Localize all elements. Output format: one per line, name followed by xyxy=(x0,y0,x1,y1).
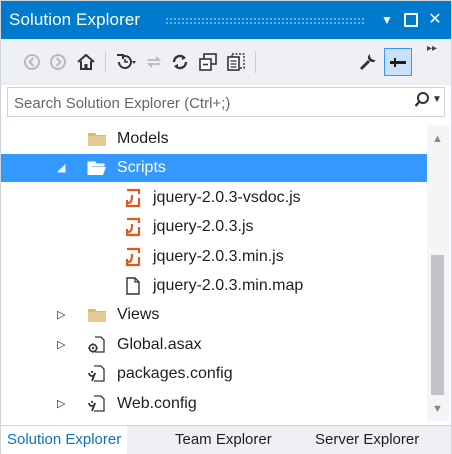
expand-arrow-icon[interactable]: ▷ xyxy=(57,308,65,321)
tab-team-explorer[interactable]: Team Explorer xyxy=(169,426,278,454)
close-icon[interactable]: ✕ xyxy=(425,9,445,31)
javascript-file-icon xyxy=(123,247,143,267)
scroll-up-icon[interactable]: ▲ xyxy=(432,133,443,145)
folder-icon xyxy=(87,129,107,149)
collapse-all-icon[interactable] xyxy=(195,49,221,75)
solution-explorer-window: Solution Explorer ▼ ✕ ▸▸ Search Solution… xyxy=(0,0,452,454)
tree-item-label: Scripts xyxy=(117,159,166,177)
refresh-icon[interactable] xyxy=(167,49,193,75)
toolbar-overflow-icon[interactable]: ▸▸ xyxy=(427,43,437,54)
home-icon[interactable] xyxy=(73,49,99,75)
scroll-down-icon[interactable]: ▼ xyxy=(432,403,443,415)
search-box: ▼ xyxy=(7,87,445,117)
folder-open-icon xyxy=(87,158,107,178)
tree-item-label: Models xyxy=(117,130,169,147)
forward-icon[interactable] xyxy=(45,49,71,75)
file-icon xyxy=(123,276,143,296)
window-title: Solution Explorer xyxy=(9,10,141,29)
back-icon[interactable] xyxy=(19,49,45,75)
tree-item-label: Views xyxy=(117,306,160,324)
tree-item-jquery-2-0-3-min-js[interactable]: jquery-2.0.3.min.js xyxy=(1,243,427,271)
search-input[interactable] xyxy=(12,91,396,115)
tree-item-web-config[interactable]: ▷ Web.config xyxy=(1,390,427,418)
toolbar: ▸▸ xyxy=(1,39,451,85)
explorer-tabs: Solution Explorer Team Explorer Server Exp… xyxy=(1,425,451,454)
tree-item-label: jquery-2.0.3-vsdoc.js xyxy=(153,188,301,206)
collapse-arrow-icon[interactable]: ◢ xyxy=(57,161,65,174)
tree-item-label: jquery-2.0.3.js xyxy=(153,218,254,236)
config-file-icon xyxy=(87,394,107,414)
maximize-icon[interactable] xyxy=(401,9,421,31)
search-icon[interactable] xyxy=(414,91,430,114)
tree-item-label: Global.asax xyxy=(117,335,202,353)
tree-item-label: packages.config xyxy=(117,365,233,383)
toolbar-separator xyxy=(105,51,106,73)
folder-icon xyxy=(87,305,107,325)
global-asax-icon xyxy=(87,335,107,355)
pin-icon xyxy=(390,58,406,67)
tree-item-global-asax[interactable]: ▷ Global.asax xyxy=(1,331,427,359)
tree-item-models[interactable]: Models xyxy=(1,125,427,153)
expand-arrow-icon[interactable]: ▷ xyxy=(57,338,65,351)
javascript-file-icon xyxy=(123,188,143,208)
tree-item-label: jquery-2.0.3.min.js xyxy=(153,247,284,265)
tree-item-jquery-2-0-3-js[interactable]: jquery-2.0.3.js xyxy=(1,213,427,241)
sync-with-active-document-icon[interactable] xyxy=(141,49,167,75)
drag-grip[interactable] xyxy=(165,17,365,24)
pin-button[interactable] xyxy=(384,48,412,76)
vertical-scrollbar[interactable]: ▲ ▼ xyxy=(427,125,449,421)
title-bar: Solution Explorer ▼ ✕ xyxy=(1,1,451,39)
tree-item-label: jquery-2.0.3.min.map xyxy=(153,277,304,294)
search-options-dropdown-icon[interactable]: ▼ xyxy=(432,94,442,105)
show-all-files-icon[interactable] xyxy=(223,49,249,75)
tree-item-label: Web.config xyxy=(117,394,197,412)
tree-item-views[interactable]: ▷ Views xyxy=(1,301,427,329)
scrollbar-thumb[interactable] xyxy=(431,255,444,395)
tab-solution-explorer[interactable]: Solution Explorer xyxy=(1,426,128,454)
expand-arrow-icon[interactable]: ▷ xyxy=(57,397,65,410)
config-file-icon xyxy=(87,364,107,384)
tree-item-scripts[interactable]: ◢ Scripts xyxy=(1,154,427,183)
tree-item-jquery-2-0-3-vsdoc-js[interactable]: jquery-2.0.3-vsdoc.js xyxy=(1,184,427,212)
chevron-down-icon[interactable]: ▼ xyxy=(377,9,397,31)
tree-item-packages-config[interactable]: packages.config xyxy=(1,360,427,388)
javascript-file-icon xyxy=(123,217,143,237)
toolbar-separator xyxy=(255,51,256,73)
tab-server-explorer[interactable]: Server Explorer xyxy=(309,426,425,454)
properties-icon[interactable] xyxy=(355,49,381,75)
pending-changes-filter-icon[interactable] xyxy=(113,49,139,75)
tree-item-jquery-2-0-3-min-map[interactable]: jquery-2.0.3.min.map xyxy=(1,272,427,300)
solution-tree: Models ◢ Scripts jquery-2.0.3-vsdoc.js jquer… xyxy=(1,125,427,421)
